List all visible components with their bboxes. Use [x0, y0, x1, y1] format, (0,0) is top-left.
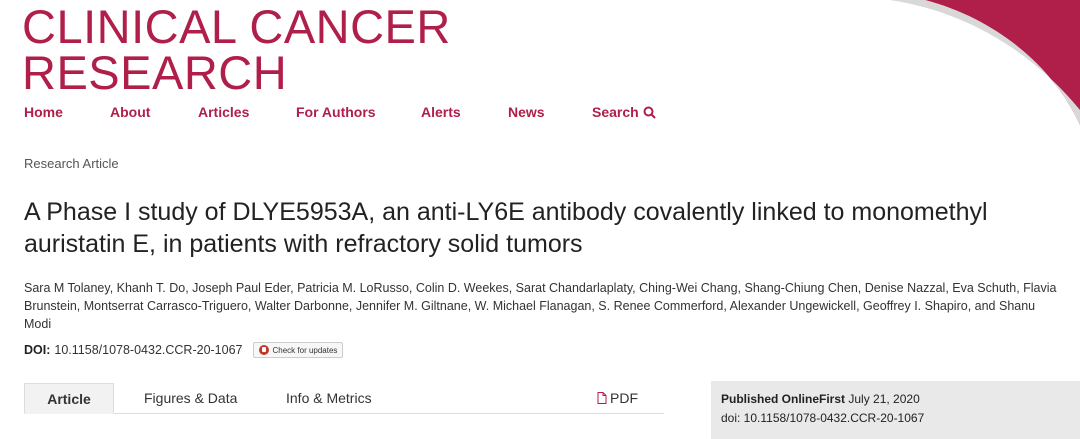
crossmark-icon: [258, 345, 269, 355]
search-icon: [643, 106, 656, 119]
nav-alerts[interactable]: Alerts: [421, 104, 508, 120]
nav-for-authors[interactable]: For Authors: [296, 104, 421, 120]
header-swoosh-graphic: [890, 0, 1080, 125]
journal-logo[interactable]: CLINICAL CANCER RESEARCH: [22, 0, 451, 99]
nav-home[interactable]: Home: [24, 104, 110, 120]
published-date: July 21, 2020: [848, 392, 920, 406]
nav-search[interactable]: Search: [592, 104, 656, 120]
logo-line-1: CLINICAL CANCER: [22, 0, 451, 53]
doi-row: DOI: 10.1158/1078-0432.CCR-20-1067 Check…: [24, 342, 344, 358]
tab-article[interactable]: Article: [24, 383, 114, 414]
main-nav: Home About Articles For Authors Alerts N…: [24, 104, 656, 120]
doi-label: DOI:: [24, 343, 51, 357]
author-list: Sara M Tolaney, Khanh T. Do, Joseph Paul…: [24, 281, 1057, 331]
article-title: A Phase I study of DLYE5953A, an anti-LY…: [24, 198, 988, 258]
article-tabs: Article Figures & Data Info & Metrics PD…: [24, 383, 664, 414]
published-label: Published OnlineFirst: [721, 392, 846, 406]
nav-articles[interactable]: Articles: [198, 104, 296, 120]
published-line: Published OnlineFirst July 21, 2020: [721, 390, 1070, 409]
doi-value[interactable]: 10.1158/1078-0432.CCR-20-1067: [54, 343, 242, 357]
tab-figures-data[interactable]: Figures & Data: [144, 383, 237, 413]
pdf-file-icon: [597, 392, 607, 404]
check-for-updates-label: Check for updates: [272, 345, 338, 355]
check-for-updates-button[interactable]: Check for updates: [252, 342, 344, 358]
nav-search-label: Search: [592, 104, 639, 120]
tab-pdf[interactable]: PDF: [597, 383, 638, 413]
nav-news[interactable]: News: [508, 104, 592, 120]
article-type: Research Article: [24, 156, 119, 171]
tab-pdf-label: PDF: [610, 390, 638, 406]
published-doi: doi: 10.1158/1078-0432.CCR-20-1067: [721, 411, 925, 425]
nav-about[interactable]: About: [110, 104, 198, 120]
published-info-box: Published OnlineFirst July 21, 2020 doi:…: [711, 381, 1080, 439]
tab-info-metrics[interactable]: Info & Metrics: [286, 383, 372, 413]
logo-line-2: RESEARCH: [22, 46, 288, 99]
